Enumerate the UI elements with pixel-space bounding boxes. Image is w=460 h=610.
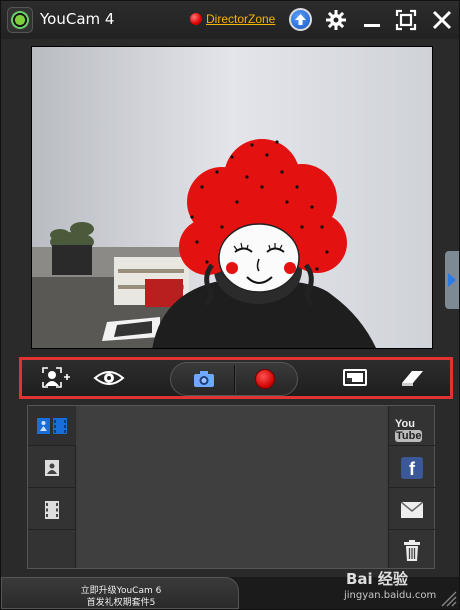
eye-icon[interactable] (92, 365, 126, 391)
share-facebook-button[interactable]: f (389, 448, 435, 488)
face-tracking-icon[interactable] (40, 365, 72, 391)
app-title: YouCam 4 (40, 10, 115, 28)
webcam-video-feed (31, 46, 433, 349)
promo-line-2: 首发礼权期套件5 (86, 598, 156, 608)
minimize-icon[interactable] (361, 9, 383, 31)
webcam-frame-image (32, 47, 432, 348)
director-zone-dot-icon (190, 13, 202, 25)
gear-icon[interactable] (325, 9, 347, 31)
tab-photos[interactable] (28, 448, 76, 488)
monitor-icon[interactable] (342, 365, 368, 391)
facebook-icon: f (401, 457, 423, 479)
capture-divider (234, 365, 235, 393)
baidu-watermark-url: jingyan.baidu.com (344, 590, 437, 601)
capture-toolbar (19, 357, 453, 399)
media-gallery-panel: YouTube f (27, 405, 435, 569)
app-logo-icon (7, 7, 33, 33)
title-bar[interactable]: YouCam 4 DirectorZone (1, 1, 459, 39)
tab-videos[interactable] (28, 490, 76, 530)
share-column: YouTube f (388, 406, 435, 568)
close-icon[interactable] (431, 9, 453, 31)
upgrade-promo-button[interactable]: 立即升级YouCam 6 首发礼权期套件5 (1, 577, 239, 609)
gallery-thumbnail-area[interactable] (78, 406, 386, 568)
video-icon (45, 501, 59, 519)
upload-button[interactable] (289, 8, 312, 31)
upload-arrow-icon (295, 14, 306, 25)
record-icon[interactable] (255, 369, 275, 389)
youcam-window: YouCam 4 DirectorZone YouTube f 立即升级YouC… (0, 0, 460, 610)
capture-mode-group (170, 362, 298, 396)
expand-panel-tab[interactable] (445, 251, 459, 309)
delete-button[interactable] (389, 532, 435, 572)
tab-all-media[interactable] (28, 406, 76, 446)
restore-icon[interactable] (395, 9, 417, 31)
gallery-filter-tabs (28, 406, 76, 568)
youtube-icon: YouTube (395, 418, 423, 442)
email-icon (401, 502, 423, 518)
share-email-button[interactable] (389, 490, 435, 530)
resize-grip-icon[interactable] (441, 591, 457, 607)
camera-icon[interactable] (193, 369, 215, 389)
photo-icon (45, 460, 59, 476)
all-media-icon (37, 418, 67, 434)
eraser-icon[interactable] (398, 365, 426, 391)
baidu-watermark: Bai 经验 (346, 570, 408, 588)
share-youtube-button[interactable]: YouTube (389, 406, 435, 446)
director-zone-link[interactable]: DirectorZone (206, 12, 275, 26)
trash-icon (404, 540, 420, 561)
